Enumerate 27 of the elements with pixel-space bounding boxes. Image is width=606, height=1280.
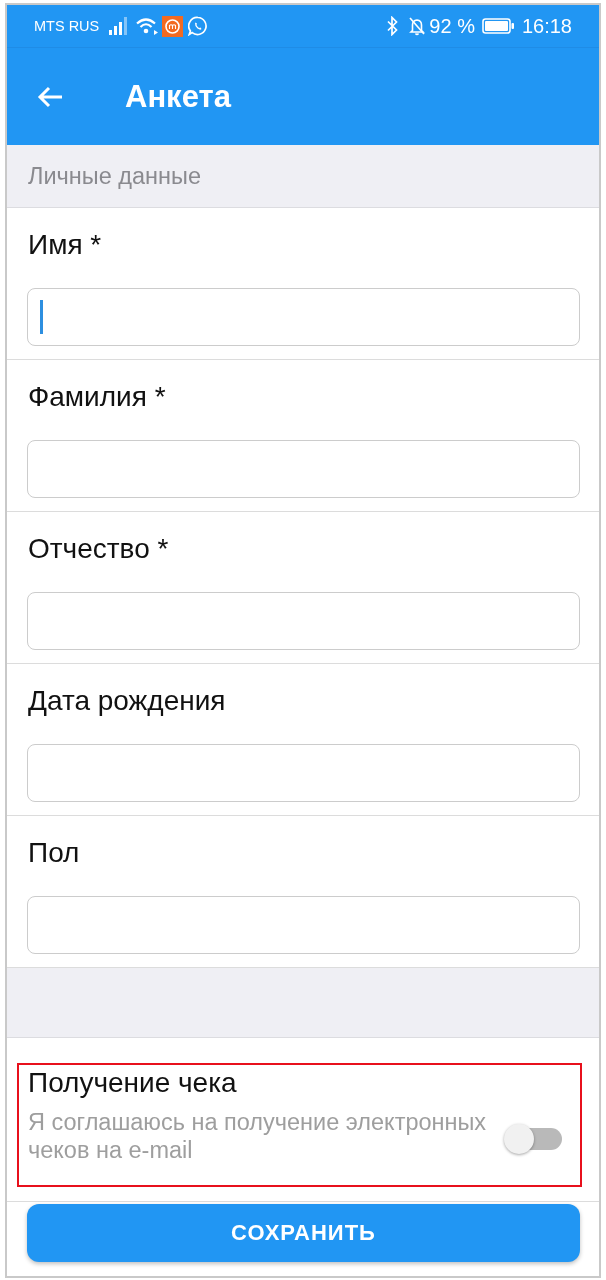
input-field[interactable]	[27, 896, 580, 954]
screen-title: Анкета	[125, 78, 231, 115]
clock-time: 16:18	[521, 14, 572, 38]
back-arrow-icon	[37, 85, 63, 108]
save-button[interactable]: СОХРАНИТЬ	[27, 1204, 580, 1262]
consent-text: Я соглашаюсь на получение электронных чеков на e-mail	[28, 1108, 488, 1164]
field-label: Пол	[27, 837, 80, 869]
input-field[interactable]	[27, 440, 580, 498]
signal-icon	[109, 17, 130, 35]
input-field[interactable]	[27, 288, 580, 346]
field-label: Отчество *	[27, 533, 169, 565]
input-field[interactable]	[27, 592, 580, 650]
field-label: Дата рождения	[27, 685, 226, 717]
section-header: Личные данные	[7, 145, 599, 208]
app-notification-icon	[162, 15, 184, 37]
receipt-title: Получение чека	[28, 1067, 237, 1099]
consent-toggle[interactable]	[504, 1123, 562, 1155]
chat-bubble-icon	[188, 16, 209, 36]
muted-bell-icon	[409, 16, 426, 36]
carrier-name: MTS RUS	[34, 18, 100, 34]
bluetooth-icon	[387, 16, 399, 36]
field-label: Имя *	[27, 229, 102, 261]
input-field[interactable]	[27, 744, 580, 802]
battery-percent: 92 %	[429, 14, 475, 38]
battery-icon	[481, 18, 514, 34]
field-label: Фамилия *	[27, 381, 166, 413]
wifi-icon	[136, 17, 159, 35]
